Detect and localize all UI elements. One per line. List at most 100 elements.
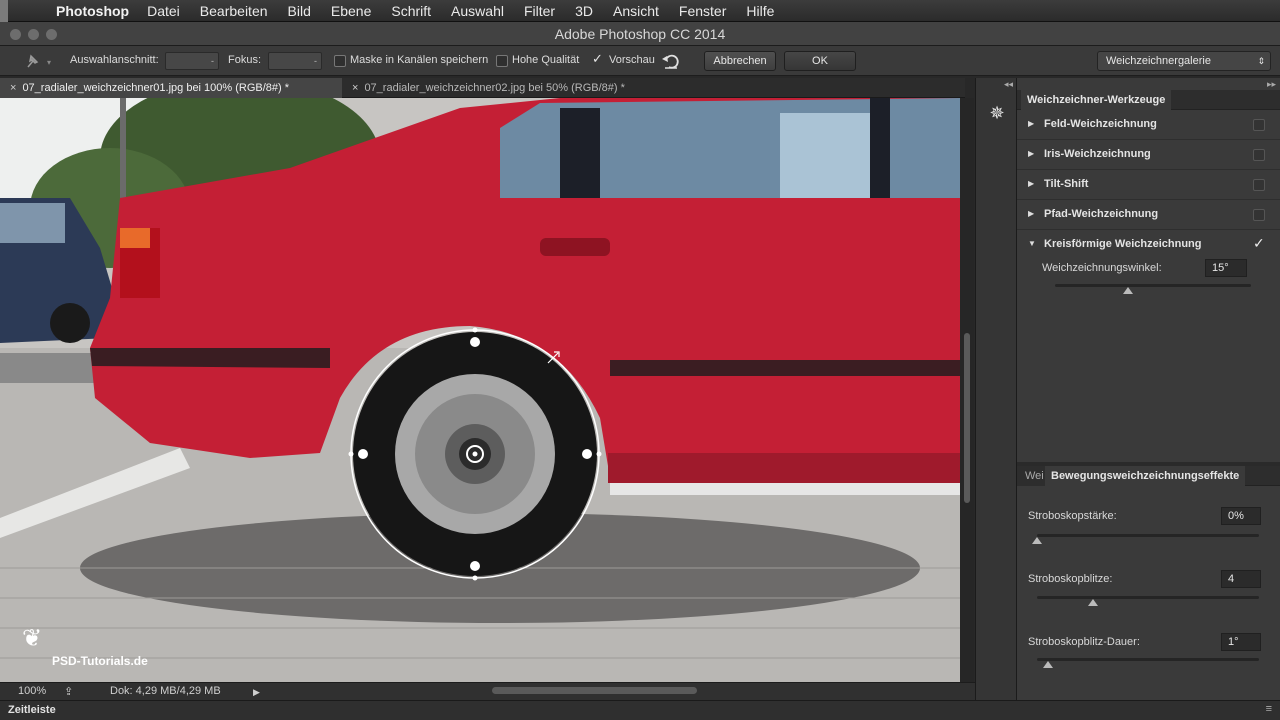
tab-document-2-label: 07_radialer_weichzeichner02.jpg bei 50% … [364, 82, 625, 94]
selection-bleed-dropdown[interactable]: - [165, 52, 219, 70]
blur-item-path[interactable]: ▶ Pfad-Weichzeichnung [1017, 200, 1280, 230]
vertical-scroll-thumb[interactable] [964, 333, 970, 503]
blur-tools-panel-icon[interactable]: ✵ [984, 100, 1010, 126]
tab-document-2[interactable]: × 07_radialer_weichzeichner02.jpg bei 50%… [342, 78, 672, 98]
blur-item-field[interactable]: ▶ Feld-Weichzeichnung [1017, 110, 1280, 140]
tab-document-1[interactable]: × 07_radialer_weichzeichner01.jpg bei 100… [0, 78, 342, 98]
strobe-flashes-value[interactable]: 4 [1221, 570, 1261, 588]
menu-schrift[interactable]: Schrift [391, 3, 431, 19]
blur-item-checkbox[interactable] [1253, 119, 1265, 131]
menu-ansicht[interactable]: Ansicht [613, 3, 659, 19]
blur-angle-slider[interactable] [1055, 284, 1251, 287]
blur-item-label: Iris-Weichzeichnung [1044, 148, 1151, 160]
options-bar: ▾ Auswahlanschnitt: - Fokus: - Maske in … [0, 46, 1280, 76]
timeline-panel: Zeitleiste ≡ [0, 700, 1280, 720]
title-bar: Adobe Photoshop CC 2014 [0, 22, 1280, 46]
blur-item-label: Pfad-Weichzeichnung [1044, 208, 1159, 220]
strobe-strength-value[interactable]: 0% [1221, 507, 1261, 525]
updown-chevron-icon: ⇕ [1257, 56, 1265, 66]
collapse-arrows-icon[interactable]: ◂◂ [1004, 79, 1013, 90]
blur-angle-slider-thumb[interactable] [1122, 287, 1133, 294]
strobe-flashes-slider-thumb[interactable] [1087, 599, 1098, 606]
window-title: Adobe Photoshop CC 2014 [554, 26, 726, 42]
blur-angle-label: Weichzeichnungswinkel: [1042, 262, 1162, 274]
expand-triangle-icon[interactable]: ▶ [1028, 209, 1034, 218]
blur-panel: ▸▸ Weichzeichner-Werkzeuge ▶ Feld-Weichz… [1017, 78, 1280, 700]
tab-document-1-label: 07_radialer_weichzeichner01.jpg bei 100%… [22, 82, 290, 94]
close-tab-icon[interactable]: × [10, 82, 16, 94]
blur-tools-tabrow: Weichzeichner-Werkzeuge [1017, 90, 1280, 110]
close-tab-icon[interactable]: × [352, 82, 358, 94]
ok-button[interactable]: OK [784, 51, 856, 71]
focus-dropdown[interactable]: - [268, 52, 322, 70]
mask-checkbox[interactable] [334, 55, 346, 67]
strobe-strength-slider-thumb[interactable] [1032, 537, 1042, 544]
blur-item-spin[interactable]: ▼ Kreisförmige Weichzeichnung ✓ [1017, 230, 1280, 260]
tab-motion-effects[interactable]: Bewegungsweichzeichnungseffekte [1045, 466, 1246, 486]
expand-triangle-icon[interactable]: ▶ [1028, 119, 1034, 128]
menu-app-name[interactable]: Photoshop [56, 3, 129, 19]
menu-bar: Photoshop Datei Bearbeiten Bild Ebene Sc… [0, 0, 1280, 22]
preview-label: Vorschau [609, 54, 655, 66]
blur-item-checkbox[interactable] [1253, 149, 1265, 161]
menu-bild[interactable]: Bild [288, 3, 311, 19]
menu-fenster[interactable]: Fenster [679, 3, 726, 19]
blur-angle-value[interactable]: 15° [1205, 259, 1247, 277]
menu-ebene[interactable]: Ebene [331, 3, 371, 19]
strobe-strength-label: Stroboskopstärke: [1028, 510, 1117, 522]
document-tab-bar: × 07_radialer_weichzeichner01.jpg bei 100… [0, 78, 965, 98]
menu-datei[interactable]: Datei [147, 3, 180, 19]
motion-effects-tabrow: Wei Bewegungsweichzeichnungseffekte [1017, 466, 1280, 486]
blur-item-checkmark-icon[interactable]: ✓ [1253, 235, 1265, 252]
expand-triangle-icon[interactable]: ▶ [1028, 179, 1034, 188]
zoom-level[interactable]: 100% [18, 685, 46, 697]
blur-item-label: Feld-Weichzeichnung [1044, 118, 1157, 130]
strobe-strength-slider[interactable] [1037, 534, 1259, 537]
expand-arrows-icon[interactable]: ▸▸ [1267, 79, 1276, 90]
tool-preset-chevron-icon[interactable]: ▾ [47, 58, 51, 67]
expand-triangle-icon[interactable]: ▶ [1028, 149, 1034, 158]
status-bar: 100% ⇪ Dok: 4,29 MB/4,29 MB ▶ [0, 682, 975, 700]
document-canvas[interactable] [0, 98, 960, 682]
strobe-duration-slider[interactable] [1037, 658, 1259, 661]
watermark-text: PSD-Tutorials.de [52, 654, 148, 668]
document-size: Dok: 4,29 MB/4,29 MB [110, 685, 221, 697]
tab-blur-tools[interactable]: Weichzeichner-Werkzeuge [1021, 90, 1172, 110]
ps-logo-icon [0, 0, 8, 22]
panel-menu-icon[interactable]: ≡ [1266, 703, 1272, 715]
horizontal-scroll-thumb[interactable] [492, 687, 697, 694]
high-quality-label: Hohe Qualität [512, 54, 580, 66]
menu-bearbeiten[interactable]: Bearbeiten [200, 3, 268, 19]
workspace-label: Weichzeichnergalerie [1106, 55, 1211, 67]
strobe-duration-slider-thumb[interactable] [1043, 661, 1054, 668]
pin-tool-icon[interactable] [24, 53, 42, 69]
preview-checkbox[interactable]: ✓ [592, 51, 603, 67]
car-photo [0, 98, 960, 682]
selection-bleed-label: Auswahlanschnitt: [70, 54, 159, 66]
blur-item-checkbox[interactable] [1253, 209, 1265, 221]
strobe-duration-value[interactable]: 1° [1221, 633, 1261, 651]
cancel-button[interactable]: Abbrechen [704, 51, 776, 71]
high-quality-checkbox[interactable] [496, 55, 508, 67]
menu-auswahl[interactable]: Auswahl [451, 3, 504, 19]
blur-item-label: Kreisförmige Weichzeichnung [1044, 238, 1202, 250]
menu-filter[interactable]: Filter [524, 3, 555, 19]
focus-label: Fokus: [228, 54, 262, 66]
reset-pins-icon[interactable] [661, 52, 681, 70]
vertical-scrollbar[interactable] [960, 98, 974, 682]
collapse-triangle-icon[interactable]: ▼ [1028, 239, 1036, 248]
blur-item-iris[interactable]: ▶ Iris-Weichzeichnung [1017, 140, 1280, 170]
workspace-dropdown[interactable]: Weichzeichnergalerie ⇕ [1097, 51, 1271, 71]
menu-hilfe[interactable]: Hilfe [746, 3, 774, 19]
export-icon[interactable]: ⇪ [64, 685, 73, 698]
menu-3d[interactable]: 3D [575, 3, 593, 19]
strobe-flashes-label: Stroboskopblitze: [1028, 573, 1113, 585]
status-menu-arrow-icon[interactable]: ▶ [253, 687, 260, 698]
panel-icon-strip: ◂◂ ✵ [975, 78, 1017, 700]
butterfly-logo-icon: ❦ [22, 625, 43, 652]
blur-item-label: Tilt-Shift [1044, 178, 1089, 190]
strobe-flashes-slider[interactable] [1037, 596, 1259, 599]
timeline-label[interactable]: Zeitleiste [8, 704, 56, 716]
blur-item-checkbox[interactable] [1253, 179, 1265, 191]
blur-item-tilt-shift[interactable]: ▶ Tilt-Shift [1017, 170, 1280, 200]
